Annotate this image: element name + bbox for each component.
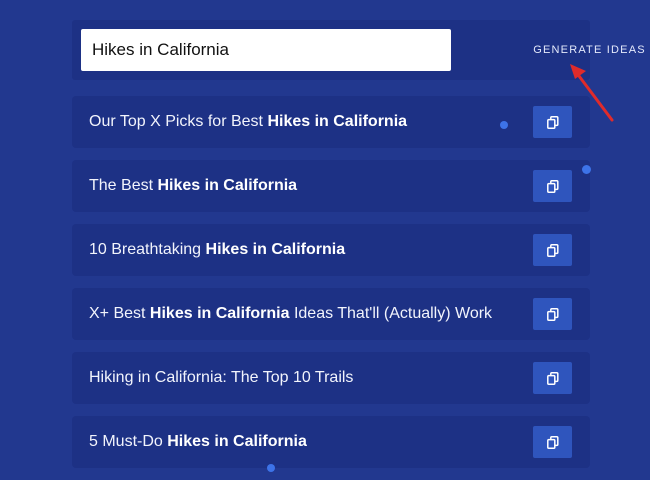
copy-icon <box>546 243 559 257</box>
result-card: Hiking in California: The Top 10 Trails <box>72 352 590 404</box>
results-list: Our Top X Picks for Best Hikes in Califo… <box>72 96 590 480</box>
result-title-keyword: Hikes in California <box>157 177 298 194</box>
result-title: Our Top X Picks for Best Hikes in Califo… <box>89 96 510 148</box>
copy-icon <box>546 115 559 129</box>
result-title-keyword: Hikes in California <box>167 433 307 450</box>
result-title-keyword: Hikes in California <box>267 113 408 130</box>
result-card: Our Top X Picks for Best Hikes in Califo… <box>72 96 590 148</box>
copy-icon <box>546 435 559 449</box>
result-card: 10 Breathtaking Hikes in California <box>72 224 590 276</box>
result-title-prefix: Our Top X Picks for Best <box>89 113 268 130</box>
result-title-prefix: Hiking in California: The Top 10 Trails <box>89 369 354 386</box>
result-title-prefix: 10 Breathtaking <box>89 241 206 258</box>
copy-icon <box>546 307 559 321</box>
copy-button[interactable] <box>533 170 572 202</box>
topic-input[interactable] <box>81 29 451 71</box>
copy-button[interactable] <box>533 234 572 266</box>
search-panel: Generate Ideas <box>72 20 645 80</box>
copy-button[interactable] <box>533 106 572 138</box>
result-title-prefix: X+ Best <box>89 305 150 322</box>
copy-icon <box>546 371 559 385</box>
copy-button[interactable] <box>533 426 572 458</box>
result-title-prefix: The Best <box>89 177 158 194</box>
copy-icon <box>546 179 559 193</box>
result-title-keyword: Hikes in California <box>149 305 290 322</box>
decorative-dot <box>582 165 591 174</box>
copy-button[interactable] <box>533 362 572 394</box>
result-title: 10 Breathtaking Hikes in California <box>89 224 510 276</box>
result-title: The Best Hikes in California <box>89 160 510 212</box>
result-card: The Best Hikes in California <box>72 160 590 212</box>
result-title: X+ Best Hikes in California Ideas That'l… <box>89 288 510 340</box>
result-title-suffix: Ideas That'll (Actually) Work <box>289 305 493 322</box>
decorative-dot <box>267 464 275 472</box>
decorative-dot <box>500 121 508 129</box>
result-title-keyword: Hikes in California <box>205 241 346 258</box>
result-title: 5 Must-Do Hikes in California <box>89 416 510 468</box>
result-title: Hiking in California: The Top 10 Trails <box>89 352 510 404</box>
result-title-prefix: 5 Must-Do <box>89 433 168 450</box>
result-card: X+ Best Hikes in California Ideas That'l… <box>72 288 590 340</box>
result-card: 5 Must-Do Hikes in California <box>72 416 590 468</box>
copy-button[interactable] <box>533 298 572 330</box>
